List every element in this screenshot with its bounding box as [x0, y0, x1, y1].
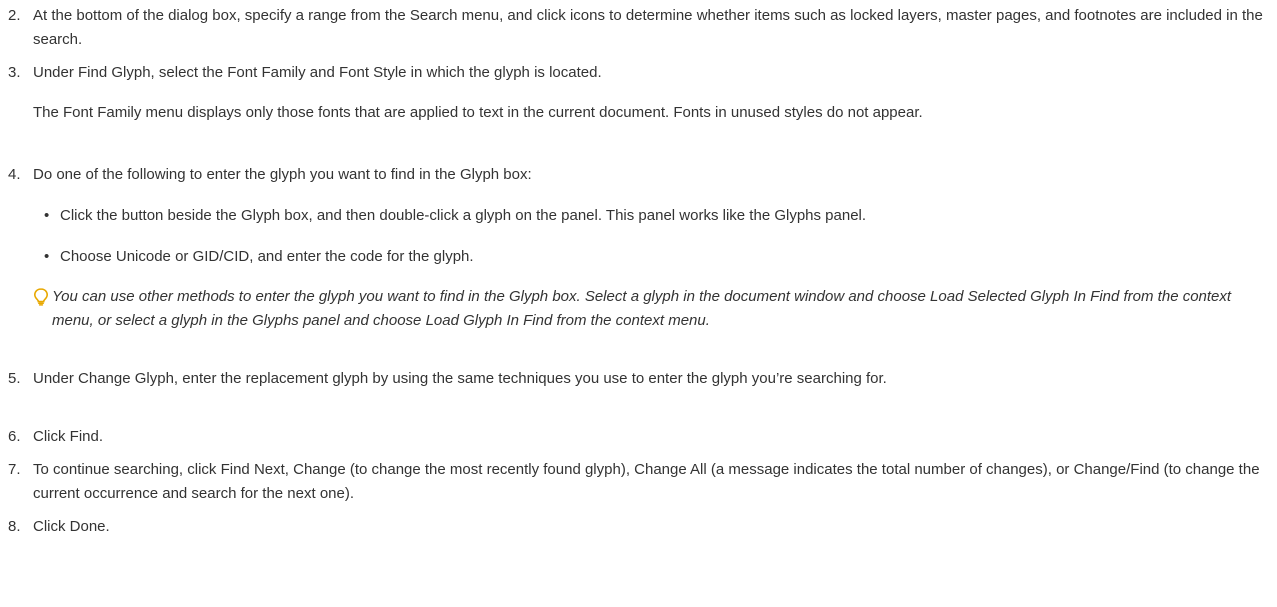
step-text: Click Done.: [33, 518, 110, 535]
step-text: To continue searching, click Find Next, …: [33, 461, 1260, 502]
step-text: Click Find.: [33, 428, 104, 445]
list-item-text: Click the button beside the Glyph box, a…: [60, 207, 867, 224]
step-text: At the bottom of the dialog box, specify…: [33, 7, 1263, 48]
document: 2. At the bottom of the dialog box, spec…: [0, 0, 1277, 607]
step-text: Do one of the following to enter the gly…: [33, 166, 532, 183]
step-number: 7.: [8, 461, 21, 478]
list-item-text: Choose Unicode or GID/CID, and enter the…: [60, 248, 474, 265]
step-number: 2.: [8, 7, 21, 24]
step-number: 3.: [8, 64, 21, 81]
step-3-note: The Font Family menu displays only those…: [33, 104, 923, 121]
bullet-marker: •: [44, 207, 50, 224]
step-text: Under Change Glyph, enter the replacemen…: [33, 370, 887, 387]
bullet-marker: •: [44, 248, 50, 265]
tip-text: You can use other methods to enter the g…: [52, 288, 1232, 329]
step-number: 8.: [8, 518, 21, 535]
step-text: Under Find Glyph, select the Font Family…: [33, 64, 602, 81]
step-number: 6.: [8, 428, 21, 445]
tip-note: You can use other methods to enter the g…: [33, 285, 1263, 333]
step-number: 4.: [8, 166, 21, 183]
lightbulb-icon: [33, 288, 49, 306]
step-number: 5.: [8, 370, 21, 387]
